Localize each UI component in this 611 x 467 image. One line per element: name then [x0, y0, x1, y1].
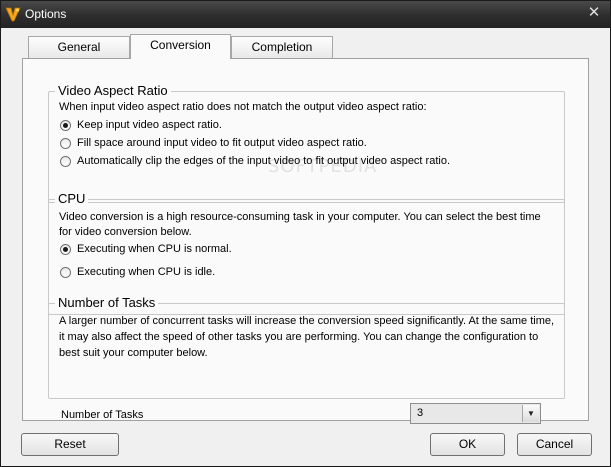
radio-fill-space[interactable]: Fill space around input video to fit out… [60, 135, 367, 151]
chevron-down-icon[interactable]: ▼ [522, 405, 539, 422]
radio-cpu-normal-label: Executing when CPU is normal. [77, 243, 232, 255]
number-of-tasks-select[interactable]: 3 ▼ [410, 403, 541, 424]
tab-general[interactable]: General [28, 36, 130, 58]
reset-button[interactable]: Reset [21, 433, 119, 456]
cpu-description-line1: Video conversion is a high resource-cons… [59, 211, 541, 223]
radio-cpu-idle[interactable]: Executing when CPU is idle. [60, 264, 215, 280]
radio-cpu-normal[interactable]: Executing when CPU is normal. [60, 241, 232, 257]
radio-clip-edges-label: Automatically clip the edges of the inpu… [77, 155, 451, 167]
app-logo-icon [5, 7, 21, 22]
tasks-description-line2: it may also affect the speed of other ta… [59, 331, 539, 343]
cancel-button[interactable]: Cancel [517, 433, 592, 456]
title-bar[interactable]: Options ✕ [1, 1, 610, 28]
radio-button[interactable] [60, 155, 71, 167]
number-of-tasks-value: 3 [417, 407, 424, 419]
radio-keep-aspect-label: Keep input video aspect ratio. [77, 119, 222, 131]
window-title: Options [25, 7, 67, 21]
radio-fill-space-label: Fill space around input video to fit out… [77, 137, 367, 149]
radio-button-checked[interactable] [60, 243, 71, 255]
ok-button[interactable]: OK [430, 433, 505, 456]
tab-conversion[interactable]: Conversion [130, 34, 231, 59]
dialog-content: General Conversion Completion SOFTPEDIA … [1, 28, 610, 466]
radio-button[interactable] [60, 137, 71, 149]
tab-completion[interactable]: Completion [231, 36, 333, 58]
video-aspect-description: When input video aspect ratio does not m… [59, 101, 427, 113]
video-aspect-ratio-group: Video Aspect Ratio When input video aspe… [48, 83, 565, 203]
conversion-tab-panel: SOFTPEDIA Video Aspect Ratio When input … [22, 58, 589, 424]
radio-clip-edges[interactable]: Automatically clip the edges of the inpu… [60, 153, 450, 169]
radio-button[interactable] [60, 266, 71, 278]
number-of-tasks-group: Number of Tasks A larger number of concu… [48, 295, 565, 399]
number-of-tasks-title: Number of Tasks [55, 295, 159, 311]
cpu-title: CPU [55, 191, 89, 207]
radio-button-checked[interactable] [60, 119, 71, 131]
close-icon[interactable]: ✕ [585, 4, 603, 22]
cpu-description-line2: for video conversion below. [59, 226, 192, 238]
options-window: Options ✕ General Conversion Completion … [0, 0, 611, 467]
radio-keep-aspect[interactable]: Keep input video aspect ratio. [60, 117, 222, 133]
tasks-description-line1: A larger number of concurrent tasks will… [59, 315, 555, 327]
radio-cpu-idle-label: Executing when CPU is idle. [77, 266, 216, 278]
tasks-description-line3: best suit your computer below. [59, 347, 208, 359]
number-of-tasks-label: Number of Tasks [61, 409, 144, 421]
video-aspect-ratio-title: Video Aspect Ratio [55, 83, 171, 99]
